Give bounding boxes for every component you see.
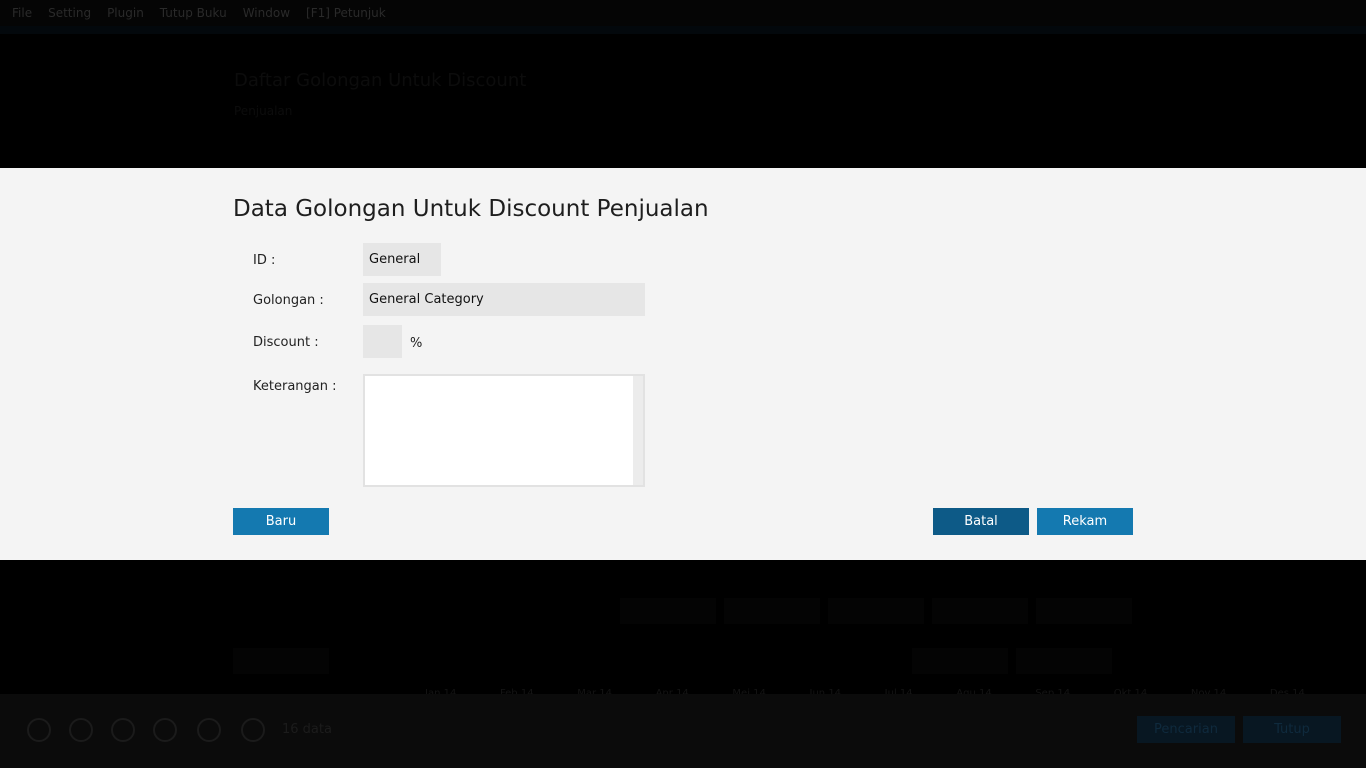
dialog-title: Data Golongan Untuk Discount Penjualan [233,196,709,222]
discount-label: Discount : [253,335,319,350]
background-tab [828,598,924,624]
record-count: 16 data [282,722,332,737]
background-page-title: Daftar Golongan Untuk Discount [234,70,527,91]
add-icon[interactable] [27,718,51,742]
golongan-label: Golongan : [253,293,324,308]
background-button [912,648,1008,674]
batal-button[interactable]: Batal [933,508,1029,535]
discount-percent-unit: % [410,336,423,351]
background-tab [620,598,716,624]
menu-tutup-buku[interactable]: Tutup Buku [160,6,227,20]
background-content: Jan 14 Feb 14 Mar 14 Apr 14 Mei 14 Jun 1… [0,560,1366,699]
rekam-button[interactable]: Rekam [1037,508,1133,535]
baru-button[interactable]: Baru [233,508,329,535]
golongan-dialog: Data Golongan Untuk Discount Penjualan I… [0,168,1366,560]
keterangan-textarea[interactable] [363,374,645,487]
delete-icon[interactable] [111,718,135,742]
background-tab [724,598,820,624]
background-button [233,648,329,674]
download-icon[interactable] [197,718,221,742]
golongan-field[interactable]: General Category [363,283,645,316]
footer-toolbar: 16 data Pencarian Tutup [0,694,1366,768]
id-label: ID : [253,253,276,268]
menu-setting[interactable]: Setting [48,6,91,20]
menu-help[interactable]: [F1] Petunjuk [306,6,386,20]
background-tab [932,598,1028,624]
background-tab [1036,598,1132,624]
menu-plugin[interactable]: Plugin [107,6,144,20]
menu-window[interactable]: Window [243,6,290,20]
menubar: File Setting Plugin Tutup Buku Window [F… [0,0,1366,26]
keterangan-scrollbar[interactable] [633,376,643,485]
menubar-divider [0,26,1366,34]
id-field[interactable]: General [363,243,441,276]
tutup-button[interactable]: Tutup [1243,716,1341,743]
background-page-subtitle: Penjualan [234,104,293,118]
pencarian-button[interactable]: Pencarian [1137,716,1235,743]
menu-file[interactable]: File [12,6,32,20]
discount-field[interactable] [363,325,402,358]
edit-icon[interactable] [69,718,93,742]
sync-icon[interactable] [241,718,265,742]
background-button [1016,648,1112,674]
keterangan-label: Keterangan : [253,379,337,394]
refresh-icon[interactable] [153,718,177,742]
